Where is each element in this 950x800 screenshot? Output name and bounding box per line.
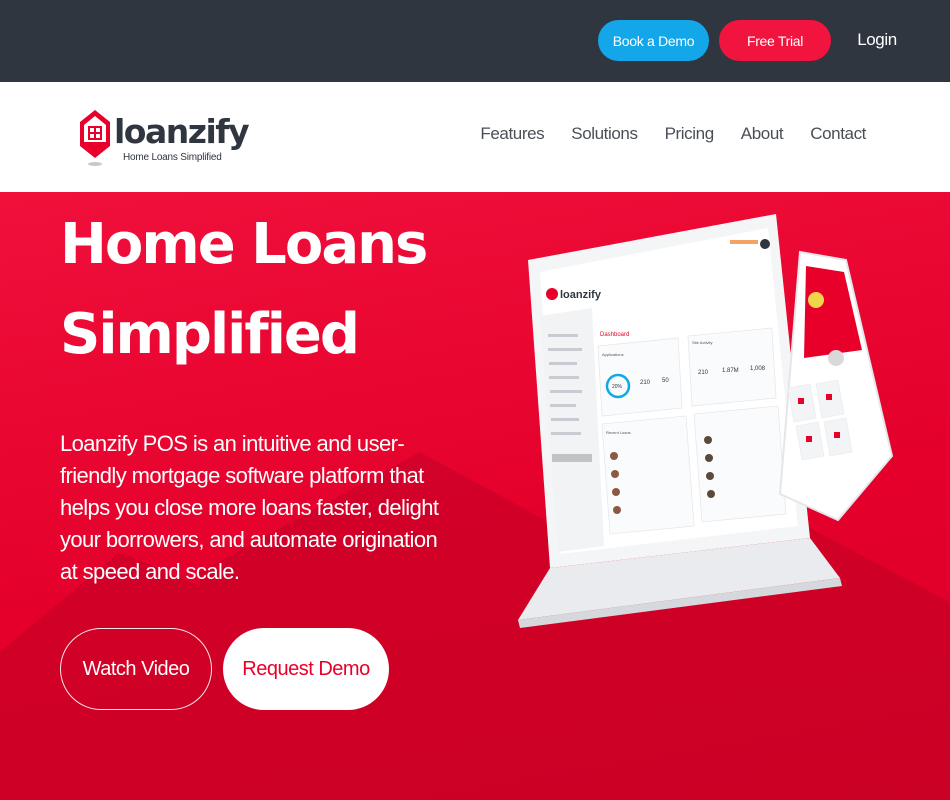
mockup-stat-c: 210 <box>698 370 709 376</box>
nav-solutions[interactable]: Solutions <box>571 124 638 144</box>
hero-section: Home Loans Simplified Loanzify POS is an… <box>0 192 950 800</box>
logo-wordmark: loanzify <box>114 112 250 151</box>
loanzify-logo[interactable]: loanzify Home Loans Simplified <box>78 104 250 166</box>
free-trial-button[interactable]: Free Trial <box>719 20 831 61</box>
nav-pricing[interactable]: Pricing <box>665 124 715 144</box>
primary-nav: Features Solutions Pricing About Contact <box>480 124 866 144</box>
mockup-brand: loanzify <box>560 289 602 301</box>
watch-video-button[interactable]: Watch Video <box>60 628 212 710</box>
hero-title: Home Loans Simplified <box>60 200 440 380</box>
nav-about[interactable]: About <box>741 124 784 144</box>
mockup-stat-b: 50 <box>662 378 669 384</box>
mockup-dashboard-label: Dashboard <box>600 332 629 338</box>
login-link[interactable]: Login <box>851 28 903 52</box>
top-utility-bar: Book a Demo Free Trial Login <box>0 0 950 82</box>
laptop-phone-mockup: loanzify Dashboard Applications 20% 210 … <box>518 214 894 628</box>
mockup-stat-d: 1.87M <box>722 368 739 374</box>
mockup-stat-a: 210 <box>640 380 651 386</box>
mockup-applications-label: Applications <box>602 352 624 357</box>
logo-tagline: Home Loans Simplified <box>123 152 222 163</box>
hero-title-line2: Simplified <box>60 302 360 367</box>
nav-features[interactable]: Features <box>480 124 544 144</box>
mockup-stat-pct: 20% <box>612 384 623 390</box>
book-demo-button[interactable]: Book a Demo <box>598 20 709 61</box>
mockup-recent-loans: Recent Loans <box>606 430 631 435</box>
nav-contact[interactable]: Contact <box>810 124 866 144</box>
mockup-stat-e: 1,008 <box>750 366 766 372</box>
hero-description: Loanzify POS is an intuitive and user-fr… <box>60 431 439 584</box>
mockup-site-activity: Site Activity <box>692 340 712 345</box>
request-demo-button[interactable]: Request Demo <box>223 628 389 710</box>
house-pin-icon <box>80 110 110 166</box>
hero-title-line1: Home Loans <box>60 212 428 277</box>
main-navbar: loanzify Home Loans Simplified Features … <box>0 82 950 192</box>
